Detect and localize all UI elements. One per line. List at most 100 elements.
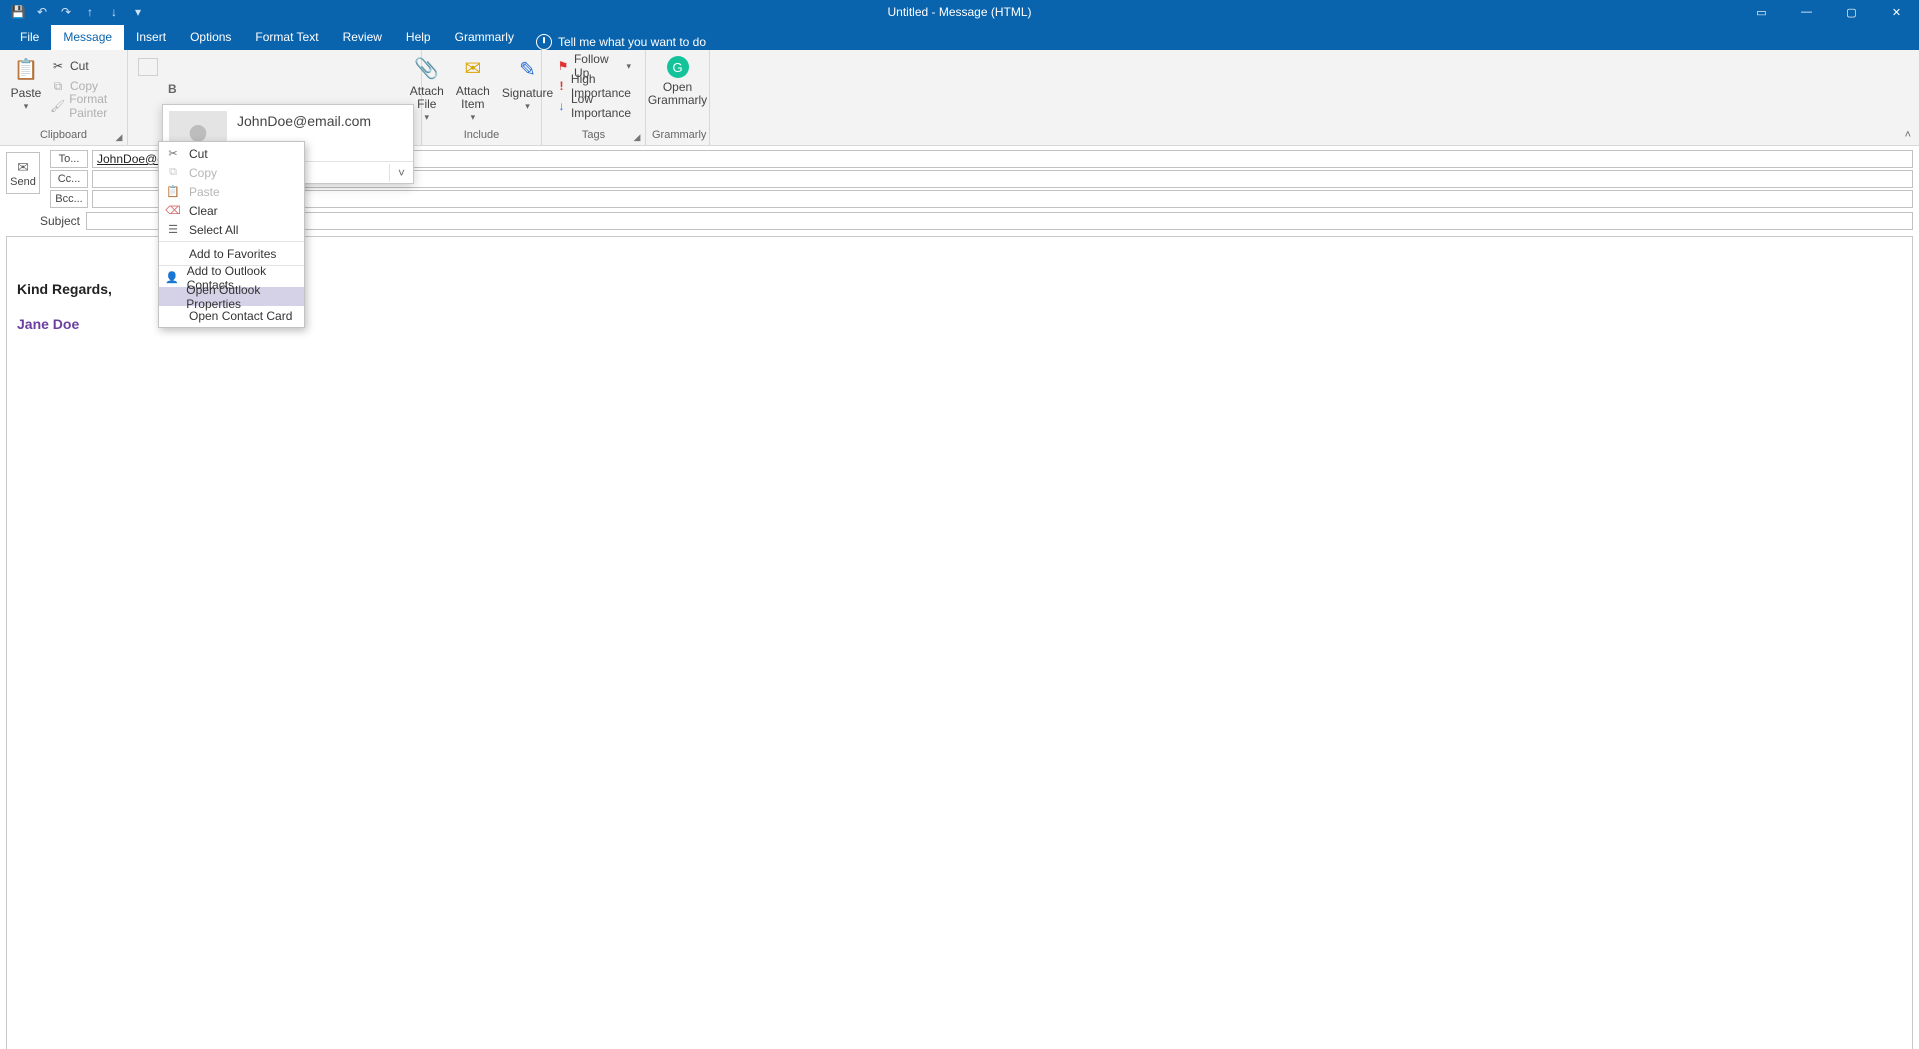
ctx-open-properties-label: Open Outlook Properties [186,283,296,311]
paste-label: Paste [11,87,42,100]
send-button[interactable]: ✉ Send [6,152,40,194]
ctx-copy-label: Copy [189,166,217,180]
tell-me-search[interactable]: Tell me what you want to do [526,34,716,50]
blank-icon [165,289,178,305]
attach-item-button[interactable]: ✉ Attach Item ▾ [450,54,496,126]
minimize-button[interactable]: — [1784,0,1829,24]
paste-dropdown-icon[interactable]: ▾ [24,100,29,113]
scissors-icon: ✂ [50,58,66,74]
title-bar: 💾 ↶ ↷ ↑ ↓ ▾ Untitled - Message (HTML) ▭ … [0,0,1919,24]
low-importance-label: Low Importance [571,92,631,120]
ctx-paste-label: Paste [189,185,220,199]
subject-label: Subject [6,214,86,228]
include-group-label: Include [428,127,535,143]
ctx-clear-label: Clear [189,204,218,218]
signature-icon: ✎ [514,56,542,84]
tags-dialog-launcher-icon[interactable]: ◢ [631,131,643,143]
grammarly-group-label: Grammarly [652,127,703,143]
cc-button[interactable]: Cc... [50,170,88,188]
tab-grammarly[interactable]: Grammarly [443,25,526,50]
bold-button[interactable]: B [162,82,183,96]
group-clipboard: 📋 Paste ▾ ✂ Cut ⧉ Copy 🖌 Format Painter [0,50,128,145]
ribbon-tabs: File Message Insert Options Format Text … [0,24,1919,50]
lightbulb-icon [536,34,552,50]
save-icon[interactable]: 💾 [10,4,26,20]
group-include: 📎 Attach File ▾ ✉ Attach Item ▾ ✎ Signat… [422,50,542,145]
tab-message[interactable]: Message [51,25,124,50]
paste-icon: 📋 [165,184,181,200]
open-grammarly-button[interactable]: G Open Grammarly [642,54,713,126]
cut-button[interactable]: ✂ Cut [46,56,121,76]
ctx-open-contact-card-label: Open Contact Card [189,309,292,323]
next-item-icon[interactable]: ↓ [106,4,122,20]
prev-item-icon[interactable]: ↑ [82,4,98,20]
close-button[interactable]: ✕ [1874,0,1919,24]
add-contact-icon: 👤 [165,270,179,286]
tell-me-placeholder: Tell me what you want to do [558,35,706,49]
contact-name: JohnDoe@email.com [237,113,407,129]
tab-format-text[interactable]: Format Text [243,25,330,50]
tab-file[interactable]: File [8,25,51,50]
low-importance-button[interactable]: ↓ Low Importance [552,96,635,116]
paste-button[interactable]: 📋 Paste ▾ [6,54,46,126]
copy-icon: ⧉ [50,78,66,94]
bcc-button[interactable]: Bcc... [50,190,88,208]
flag-icon: ⚑ [556,58,570,74]
ctx-select-all-label: Select All [189,223,238,237]
high-importance-icon: ! [556,78,567,94]
copy-label: Copy [70,79,98,93]
tags-group-label: Tags [548,127,639,143]
subject-field[interactable] [86,212,1913,230]
message-body[interactable]: Kind Regards, Jane Doe [6,236,1913,1049]
grammarly-icon: G [667,56,689,78]
attach-file-label: Attach File [410,85,444,111]
format-painter-button: 🖌 Format Painter [46,96,121,116]
group-tags: ⚑ Follow Up ▾ ! High Importance ↓ Low Im… [542,50,646,145]
maximize-button[interactable]: ▢ [1829,0,1874,24]
bcc-field[interactable] [92,190,1913,208]
attach-item-label: Attach Item [456,85,490,111]
ctx-open-properties[interactable]: Open Outlook Properties [159,287,304,306]
redo-icon[interactable]: ↷ [58,4,74,20]
tab-help[interactable]: Help [394,25,443,50]
to-button[interactable]: To... [50,150,88,168]
clipboard-dialog-launcher-icon[interactable]: ◢ [113,131,125,143]
cut-label: Cut [70,59,89,73]
clipboard-group-label: Clipboard [6,127,121,143]
ctx-add-favorites[interactable]: Add to Favorites [159,244,304,263]
ribbon: 📋 Paste ▾ ✂ Cut ⧉ Copy 🖌 Format Painter [0,50,1919,146]
send-icon: ✉ [17,159,29,176]
ctx-add-favorites-label: Add to Favorites [189,247,276,261]
undo-icon[interactable]: ↶ [34,4,50,20]
tab-review[interactable]: Review [331,25,394,50]
font-family-fragment[interactable] [138,58,158,76]
window-title: Untitled - Message (HTML) [887,5,1031,19]
ctx-paste: 📋 Paste [159,182,304,201]
ribbon-display-options-icon[interactable]: ▭ [1739,0,1784,24]
ctx-clear[interactable]: ⌫ Clear [159,201,304,220]
brush-icon: 🖌 [50,98,65,114]
ctx-cut[interactable]: ✂ Cut [159,144,304,163]
ctx-cut-label: Cut [189,147,208,161]
tab-options[interactable]: Options [178,25,243,50]
format-painter-label: Format Painter [69,92,117,120]
select-all-icon: ☰ [165,222,181,238]
contact-card-expand-icon[interactable]: ˅ [389,164,407,182]
ctx-select-all[interactable]: ☰ Select All [159,220,304,239]
ctx-copy: ⧉ Copy [159,163,304,182]
tab-insert[interactable]: Insert [124,25,178,50]
collapse-ribbon-icon[interactable]: ˄ [1905,129,1911,141]
attach-item-icon: ✉ [459,56,487,82]
blank-icon [165,308,181,324]
window-controls: ▭ — ▢ ✕ [1739,0,1919,24]
group-grammarly: G Open Grammarly Grammarly [646,50,710,145]
send-label: Send [10,176,36,188]
ctx-open-contact-card[interactable]: Open Contact Card [159,306,304,325]
quick-access-toolbar: 💾 ↶ ↷ ↑ ↓ ▾ [0,4,146,20]
scissors-icon: ✂ [165,146,181,162]
context-menu: ✂ Cut ⧉ Copy 📋 Paste ⌫ Clear ☰ Select Al… [158,141,305,328]
qat-customize-icon[interactable]: ▾ [130,4,146,20]
low-importance-icon: ↓ [556,98,567,114]
eraser-icon: ⌫ [165,203,181,219]
blank-icon [165,246,181,262]
